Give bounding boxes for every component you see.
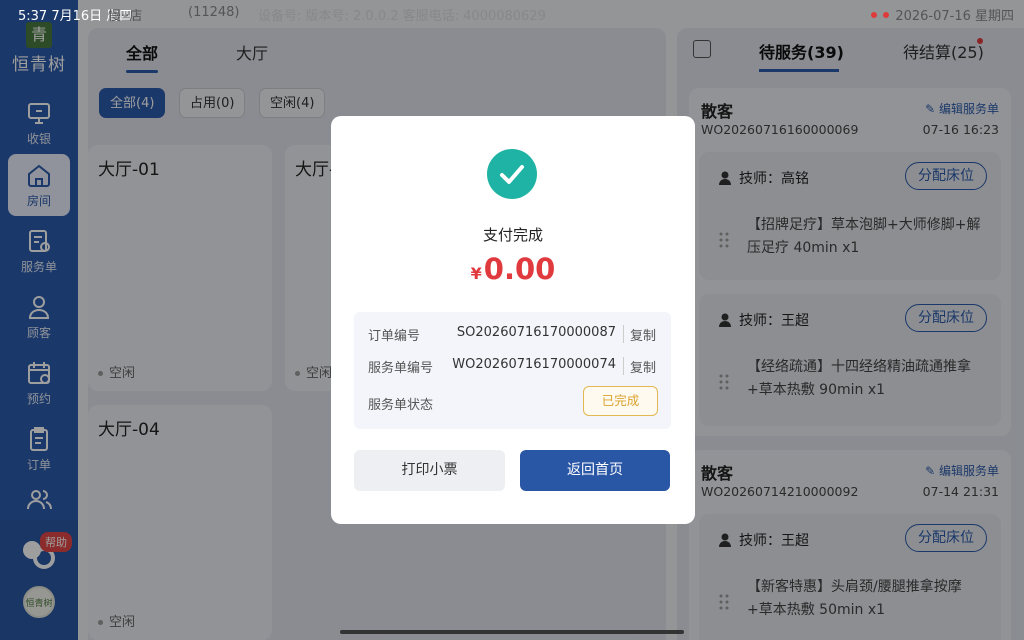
currency-symbol: ¥ <box>470 264 482 283</box>
order-info-box: 订单编号 SO20260716170000087 复制 服务单编号 WO2026… <box>354 312 671 429</box>
order-number-value: SO20260716170000087 <box>456 325 616 340</box>
print-receipt-button[interactable]: 打印小票 <box>354 450 505 491</box>
store-count: (11248) <box>188 5 240 20</box>
status-right: 2026-07-16 星期四 <box>871 5 1014 24</box>
device-info: 设备号: 版本号: 2.0.0.2 客服电话: 4000080629 <box>258 9 546 24</box>
paid-amount: ¥0.00 <box>331 252 695 286</box>
payment-complete-dialog: 支付完成 ¥0.00 订单编号 SO20260716170000087 复制 服… <box>331 116 695 524</box>
alert-dot-icon <box>883 11 890 18</box>
service-order-status-label: 服务单状态 <box>368 398 434 413</box>
home-indicator[interactable] <box>340 630 684 634</box>
copy-service-order-number-button[interactable]: 复制 <box>630 357 656 376</box>
divider <box>623 357 624 375</box>
order-number-label: 订单编号 <box>368 329 421 344</box>
service-order-number-value: WO20260716170000074 <box>452 357 616 372</box>
amount-value: 0.00 <box>483 252 556 286</box>
status-bar: 5:37 7月16日 周四 慢··店 (11248) 设备号: 版本号: 2.0… <box>0 0 1024 28</box>
success-check-icon <box>487 149 537 199</box>
service-order-number-label: 服务单编号 <box>368 361 434 376</box>
system-date: 2026-07-16 星期四 <box>895 9 1014 24</box>
return-home-button[interactable]: 返回首页 <box>520 450 670 491</box>
status-badge: 已完成 <box>583 386 658 416</box>
divider <box>623 325 624 343</box>
store-name: 慢··店 <box>108 9 143 24</box>
alert-dot-icon <box>871 11 878 18</box>
copy-order-number-button[interactable]: 复制 <box>630 325 656 344</box>
dialog-title: 支付完成 <box>482 226 543 244</box>
